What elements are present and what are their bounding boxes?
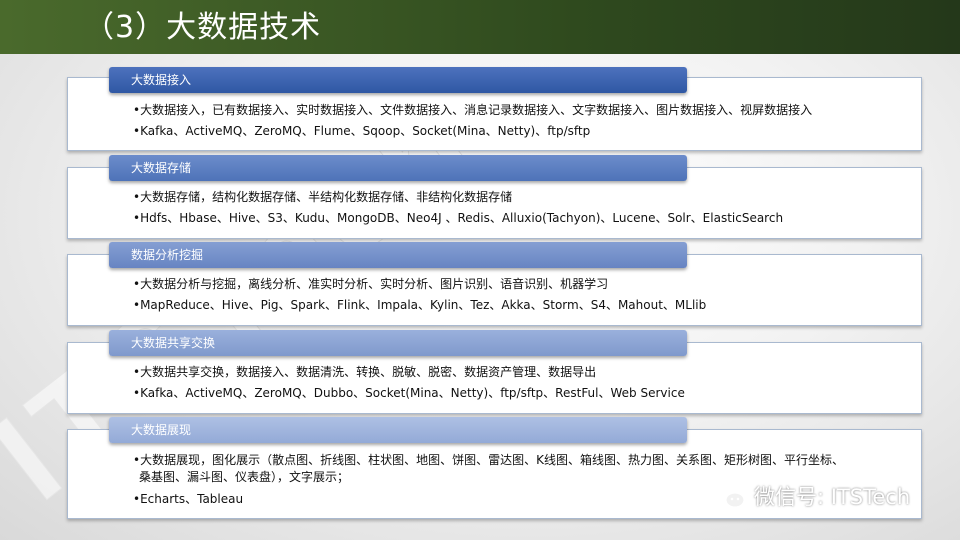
section-header: 大数据共享交换: [109, 330, 687, 356]
page-title: （3）大数据技术: [84, 10, 322, 45]
section-line: •大数据分析与挖掘，离线分析、准实时分析、实时分析、图片识别、语音识别、机器学习: [133, 277, 609, 291]
wechat-brand: 微信号: ITSTech: [712, 480, 910, 512]
section-line: •Kafka、ActiveMQ、ZeroMQ、Flume、Sqoop、Socke…: [133, 124, 591, 138]
section-line: •MapReduce、Hive、Pig、Spark、Flink、Impala、K…: [133, 298, 707, 312]
section-line: 桑基图、漏斗图、仪表盘），文字展示；: [139, 470, 350, 484]
section-line: •大数据接入，已有数据接入、实时数据接入、文件数据接入、消息记录数据接入、文字数…: [133, 103, 813, 117]
section-line: •Hdfs、Hbase、Hive、S3、Kudu、MongoDB、Neo4J 、…: [133, 211, 784, 225]
section-line: •大数据共享交换，数据接入、数据清洗、转换、脱敏、脱密、数据资产管理、数据导出: [133, 365, 597, 379]
section-header: 大数据展现: [109, 417, 687, 443]
section-line: •Kafka、ActiveMQ、ZeroMQ、Dubbo、Socket(Mina…: [133, 386, 685, 400]
section-line: •Echarts、Tableau: [133, 492, 244, 506]
section-data-sharing: 大数据共享交换 •大数据共享交换，数据接入、数据清洗、转换、脱敏、脱密、数据资产…: [67, 330, 922, 414]
section-line: •大数据展现，图化展示（散点图、折线图、柱状图、地图、饼图、雷达图、K线图、箱线…: [133, 453, 844, 467]
section-data-mining: 数据分析挖掘 •大数据分析与挖掘，离线分析、准实时分析、实时分析、图片识别、语音…: [67, 242, 922, 326]
section-data-ingestion: 大数据接入 •大数据接入，已有数据接入、实时数据接入、文件数据接入、消息记录数据…: [67, 67, 922, 151]
section-data-storage: 大数据存储 •大数据存储，结构化数据存储、半结构化数据存储、非结构化数据存储 •…: [67, 155, 922, 239]
section-header: 数据分析挖掘: [109, 242, 687, 268]
wechat-id: 微信号: ITSTech: [754, 485, 911, 509]
section-header: 大数据存储: [109, 155, 687, 181]
wechat-icon: [712, 482, 746, 510]
section-line: •大数据存储，结构化数据存储、半结构化数据存储、非结构化数据存储: [133, 190, 513, 204]
section-header: 大数据接入: [109, 67, 687, 93]
